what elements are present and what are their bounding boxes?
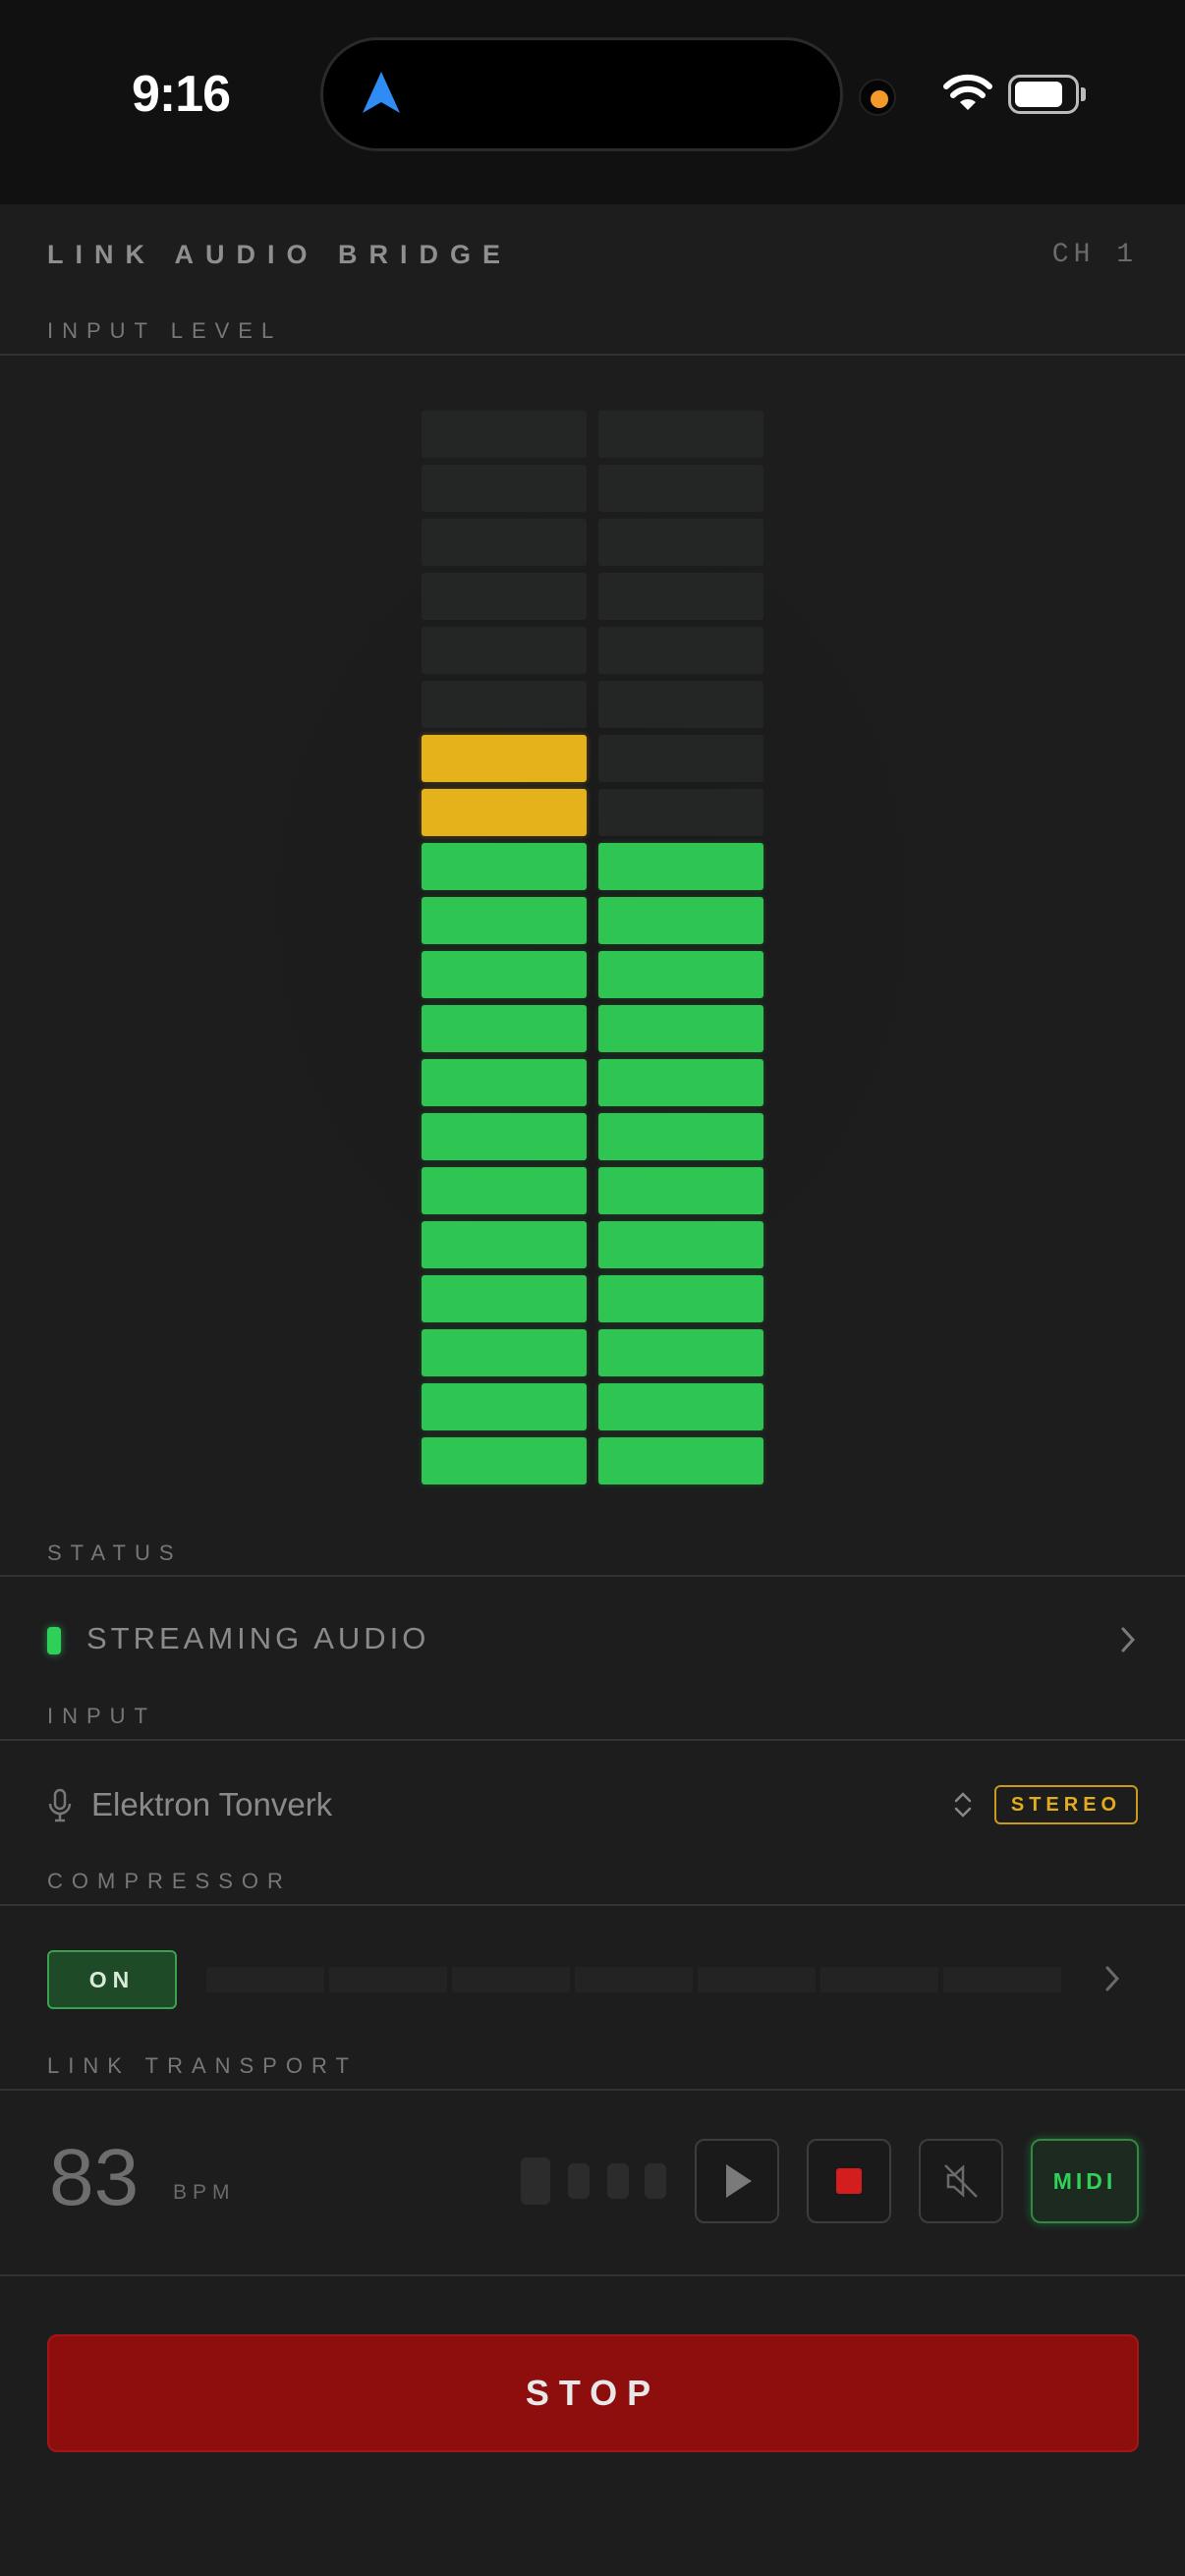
divider [0,1575,1185,1577]
meter-segment-right [598,1059,763,1106]
meter-segment-left [422,1329,587,1376]
stop-transport-button[interactable] [807,2139,891,2223]
meter-segment-left [422,1275,587,1322]
meter-segment-right [598,951,763,998]
beat-dot [645,2163,666,2199]
meter-segment-right [598,1329,763,1376]
meter-segment-left [422,1383,587,1430]
meter-segment-right [598,573,763,620]
app-title: LINK AUDIO BRIDGE [47,240,512,269]
gain-reduction-segment [820,1967,938,1992]
divider [0,2089,1185,2091]
navigation-arrow-icon [363,72,400,113]
meter-segment-right [598,789,763,836]
meter-segment-left [422,897,587,944]
meter-segment-left [422,951,587,998]
meter-segment-right [598,1113,763,1160]
chevron-right-icon[interactable] [1104,1965,1120,1992]
channel-label: CH 1 [1051,240,1138,270]
bpm-value[interactable]: 83 [49,2132,139,2224]
meter-segment-right [598,627,763,674]
meter-segment-left [422,843,587,890]
meter-segment-right [598,1221,763,1268]
meter-segment-right [598,681,763,728]
camera-indicator [859,79,896,116]
midi-button[interactable]: MIDI [1031,2139,1139,2223]
input-device-name: Elektron Tonverk [91,1786,333,1822]
stereo-mode-badge[interactable]: STEREO [994,1785,1138,1824]
meter-segment-left [422,519,587,566]
meter-segment-left [422,411,587,458]
gain-reduction-segment [206,1967,324,1992]
gain-reduction-segment [698,1967,816,1992]
gain-reduction-segment [575,1967,693,1992]
meter-segment-left [422,681,587,728]
meter-segment-right [598,843,763,890]
gain-reduction-segment [943,1967,1061,1992]
divider [0,2274,1185,2276]
section-compressor: COMPRESSOR [47,1869,292,1893]
updown-chevron-icon[interactable] [953,1790,973,1820]
stop-button[interactable]: STOP [47,2334,1139,2452]
meter-segment-left [422,1437,587,1484]
meter-segment-right [598,1383,763,1430]
meter-segment-right [598,1437,763,1484]
microphone-icon [48,1788,72,1822]
meter-segment-right [598,1275,763,1322]
play-button[interactable] [695,2139,779,2223]
stop-square-icon [836,2168,862,2194]
meter-segment-right [598,465,763,512]
compressor-toggle[interactable]: ON [47,1950,177,2009]
dynamic-island [320,37,843,151]
beat-dot [521,2157,550,2205]
meter-segment-left [422,465,587,512]
meter-segment-right [598,411,763,458]
meter-segment-left [422,1167,587,1214]
level-meter [0,356,1185,1511]
status-time: 9:16 [132,66,231,123]
wifi-icon [943,74,992,110]
chevron-right-icon[interactable] [1120,1626,1136,1653]
status-bar: 9:16 [0,0,1185,204]
meter-segment-left [422,789,587,836]
section-input-level: INPUT LEVEL [47,318,283,343]
streaming-indicator [47,1627,61,1654]
meter-segment-left [422,1113,587,1160]
meter-segment-left [422,1221,587,1268]
mute-icon [944,2164,978,2198]
meter-segment-left [422,1059,587,1106]
meter-segment-right [598,1167,763,1214]
meter-segment-left [422,735,587,782]
meter-segment-right [598,897,763,944]
gain-reduction-segment [452,1967,570,1992]
beat-dot [568,2163,590,2199]
gain-reduction-segment [329,1967,447,1992]
bpm-unit: BPM [173,2181,236,2204]
section-status: STATUS [47,1540,183,1565]
meter-segment-right [598,519,763,566]
status-text: STREAMING AUDIO [86,1621,430,1655]
meter-segment-left [422,627,587,674]
mute-button[interactable] [919,2139,1003,2223]
battery-tip [1081,87,1086,101]
battery-icon [1008,75,1079,114]
beat-dot [607,2163,629,2199]
divider [0,1739,1185,1741]
meter-segment-left [422,1005,587,1052]
meter-segment-left [422,573,587,620]
divider [0,1904,1185,1906]
play-icon [726,2164,752,2198]
meter-segment-right [598,735,763,782]
meter-segment-right [598,1005,763,1052]
section-link-transport: LINK TRANSPORT [47,2053,358,2078]
section-input: INPUT [47,1704,156,1728]
